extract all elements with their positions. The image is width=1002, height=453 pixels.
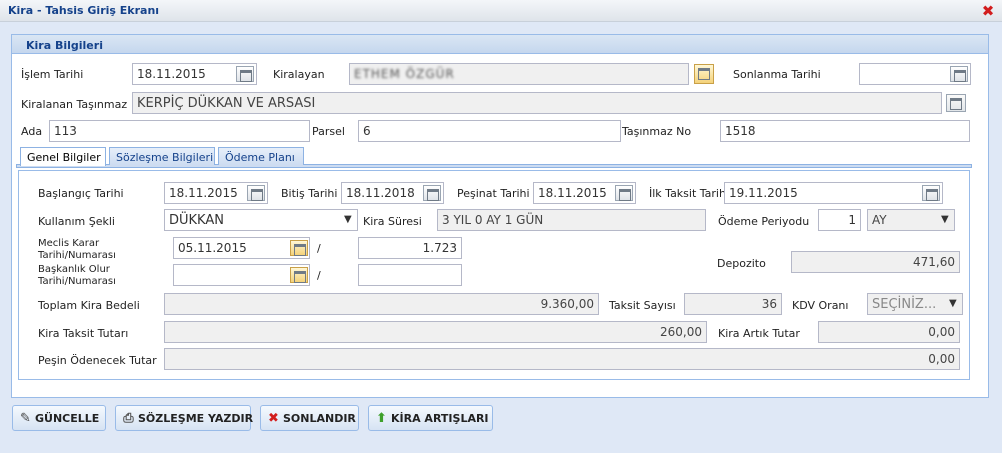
magnifier-icon[interactable] <box>946 94 966 112</box>
sonlandir-button[interactable]: ✖ SONLANDIR <box>260 405 359 431</box>
kiralayan-field[interactable]: ETHEM ÖZGÜR <box>349 63 689 85</box>
tab-genel-bilgiler[interactable]: Genel Bilgiler <box>20 147 106 166</box>
delete-icon: ✖ <box>268 411 279 426</box>
panel-header: Kira Bilgileri <box>12 35 988 54</box>
kira-artislari-label: KİRA ARTIŞLARI <box>391 412 489 425</box>
odeme-periyodu-field[interactable]: 1 <box>818 209 861 231</box>
kira-suresi-field: 3 YIL 0 AY 1 GÜN <box>437 209 706 231</box>
ada-label: Ada <box>21 125 43 138</box>
kullanim-sekli-label: Kullanım Şekli <box>38 215 115 228</box>
kira-suresi-label: Kira Süresi <box>363 215 422 228</box>
depozito-field: 471,60 <box>791 251 960 273</box>
tab-sozlesme-bilgileri[interactable]: Sözleşme Bilgileri <box>109 147 215 165</box>
calendar-icon[interactable] <box>423 185 441 201</box>
guncelle-label: GÜNCELLE <box>35 412 100 425</box>
baskanlik-olur-numarasi-field[interactable] <box>358 264 462 286</box>
ilk-taksit-tarihi-label: İlk Taksit Tarihi <box>649 187 730 200</box>
close-icon[interactable]: ✖ <box>980 3 996 19</box>
calendar-icon[interactable] <box>236 66 254 82</box>
islem-tarihi-label: İşlem Tarihi <box>21 68 84 81</box>
calendar-icon[interactable] <box>290 267 308 283</box>
kiralayan-label: Kiralayan <box>273 68 325 81</box>
calendar-icon[interactable] <box>922 185 940 201</box>
parsel-field[interactable]: 6 <box>358 120 621 142</box>
chevron-down-icon: ▼ <box>941 214 949 225</box>
toplam-kira-bedeli-field: 9.360,00 <box>164 293 599 315</box>
parsel-label: Parsel <box>312 125 345 138</box>
sozlesme-yazdir-label: SÖZLEŞME YAZDIR <box>138 412 254 425</box>
pesin-odenecek-tutar-label: Peşin Ödenecek Tutar <box>38 354 157 367</box>
baslangic-tarihi-label: Başlangıç Tarihi <box>38 187 124 200</box>
printer-icon: ⎙ <box>123 411 134 426</box>
toplam-kira-bedeli-label: Toplam Kira Bedeli <box>38 299 140 312</box>
kdv-orani-label: KDV Oranı <box>792 299 849 312</box>
sonlanma-tarihi-label: Sonlanma Tarihi <box>733 68 821 81</box>
kiralanan-tasinmaz-field[interactable]: KERPİÇ DÜKKAN VE ARSASI <box>132 92 942 114</box>
window-titlebar: Kira - Tahsis Giriş Ekranı ✖ <box>0 0 1002 22</box>
kira-artislari-button[interactable]: ⬆ KİRA ARTIŞLARI <box>368 405 493 431</box>
ada-field[interactable]: 113 <box>49 120 310 142</box>
tab-odeme-plani[interactable]: Ödeme Planı <box>218 147 304 165</box>
kullanim-sekli-select[interactable]: DÜKKAN <box>164 209 358 231</box>
tasinmaz-no-label: Taşınmaz No <box>622 125 692 138</box>
hand-pointer-icon[interactable] <box>694 64 714 84</box>
kiralayan-value: ETHEM ÖZGÜR <box>354 67 455 81</box>
odeme-periyodu-label: Ödeme Periyodu <box>718 215 810 228</box>
bitis-tarihi-label: Bitiş Tarihi <box>281 187 338 200</box>
slash-separator: / <box>317 269 321 282</box>
refresh-icon: ✎ <box>20 411 31 426</box>
window-title: Kira - Tahsis Giriş Ekranı <box>8 4 160 17</box>
taksit-sayisi-label: Taksit Sayısı <box>609 299 676 312</box>
meclis-karar-numarasi-field[interactable]: 1.723 <box>358 237 462 259</box>
kira-artik-tutar-field: 0,00 <box>818 321 960 343</box>
panel-title: Kira Bilgileri <box>26 39 103 52</box>
pesin-odenecek-tutar-field: 0,00 <box>164 348 960 370</box>
chevron-down-icon: ▼ <box>949 298 957 309</box>
ilk-taksit-tarihi-field[interactable]: 19.11.2015 <box>724 182 943 204</box>
guncelle-button[interactable]: ✎ GÜNCELLE <box>12 405 106 431</box>
sozlesme-yazdir-button[interactable]: ⎙ SÖZLEŞME YAZDIR <box>115 405 254 431</box>
slash-separator: / <box>317 242 321 255</box>
calendar-icon[interactable] <box>247 185 265 201</box>
taksit-sayisi-field: 36 <box>684 293 782 315</box>
sonlandir-label: SONLANDIR <box>283 412 356 425</box>
calendar-icon[interactable] <box>615 185 633 201</box>
meclis-karar-label-1: Meclis Karar <box>38 238 100 249</box>
meclis-karar-label-2: Tarihi/Numarası <box>38 250 116 261</box>
kira-taksit-tutari-field: 260,00 <box>164 321 707 343</box>
kiralanan-tasinmaz-label: Kiralanan Taşınmaz <box>21 98 128 111</box>
arrow-up-icon: ⬆ <box>376 411 387 426</box>
kira-artik-tutar-label: Kira Artık Tutar <box>718 327 800 340</box>
depozito-label: Depozito <box>717 257 766 270</box>
tasinmaz-no-field[interactable]: 1518 <box>720 120 970 142</box>
chevron-down-icon: ▼ <box>344 214 352 225</box>
kira-taksit-tutari-label: Kira Taksit Tutarı <box>38 327 129 340</box>
baskanlik-olur-label-1: Başkanlık Olur <box>38 264 110 275</box>
baskanlik-olur-label-2: Tarihi/Numarası <box>38 276 116 287</box>
calendar-icon[interactable] <box>950 66 968 82</box>
calendar-icon[interactable] <box>290 240 308 256</box>
pesinat-tarihi-label: Peşinat Tarihi <box>457 187 530 200</box>
